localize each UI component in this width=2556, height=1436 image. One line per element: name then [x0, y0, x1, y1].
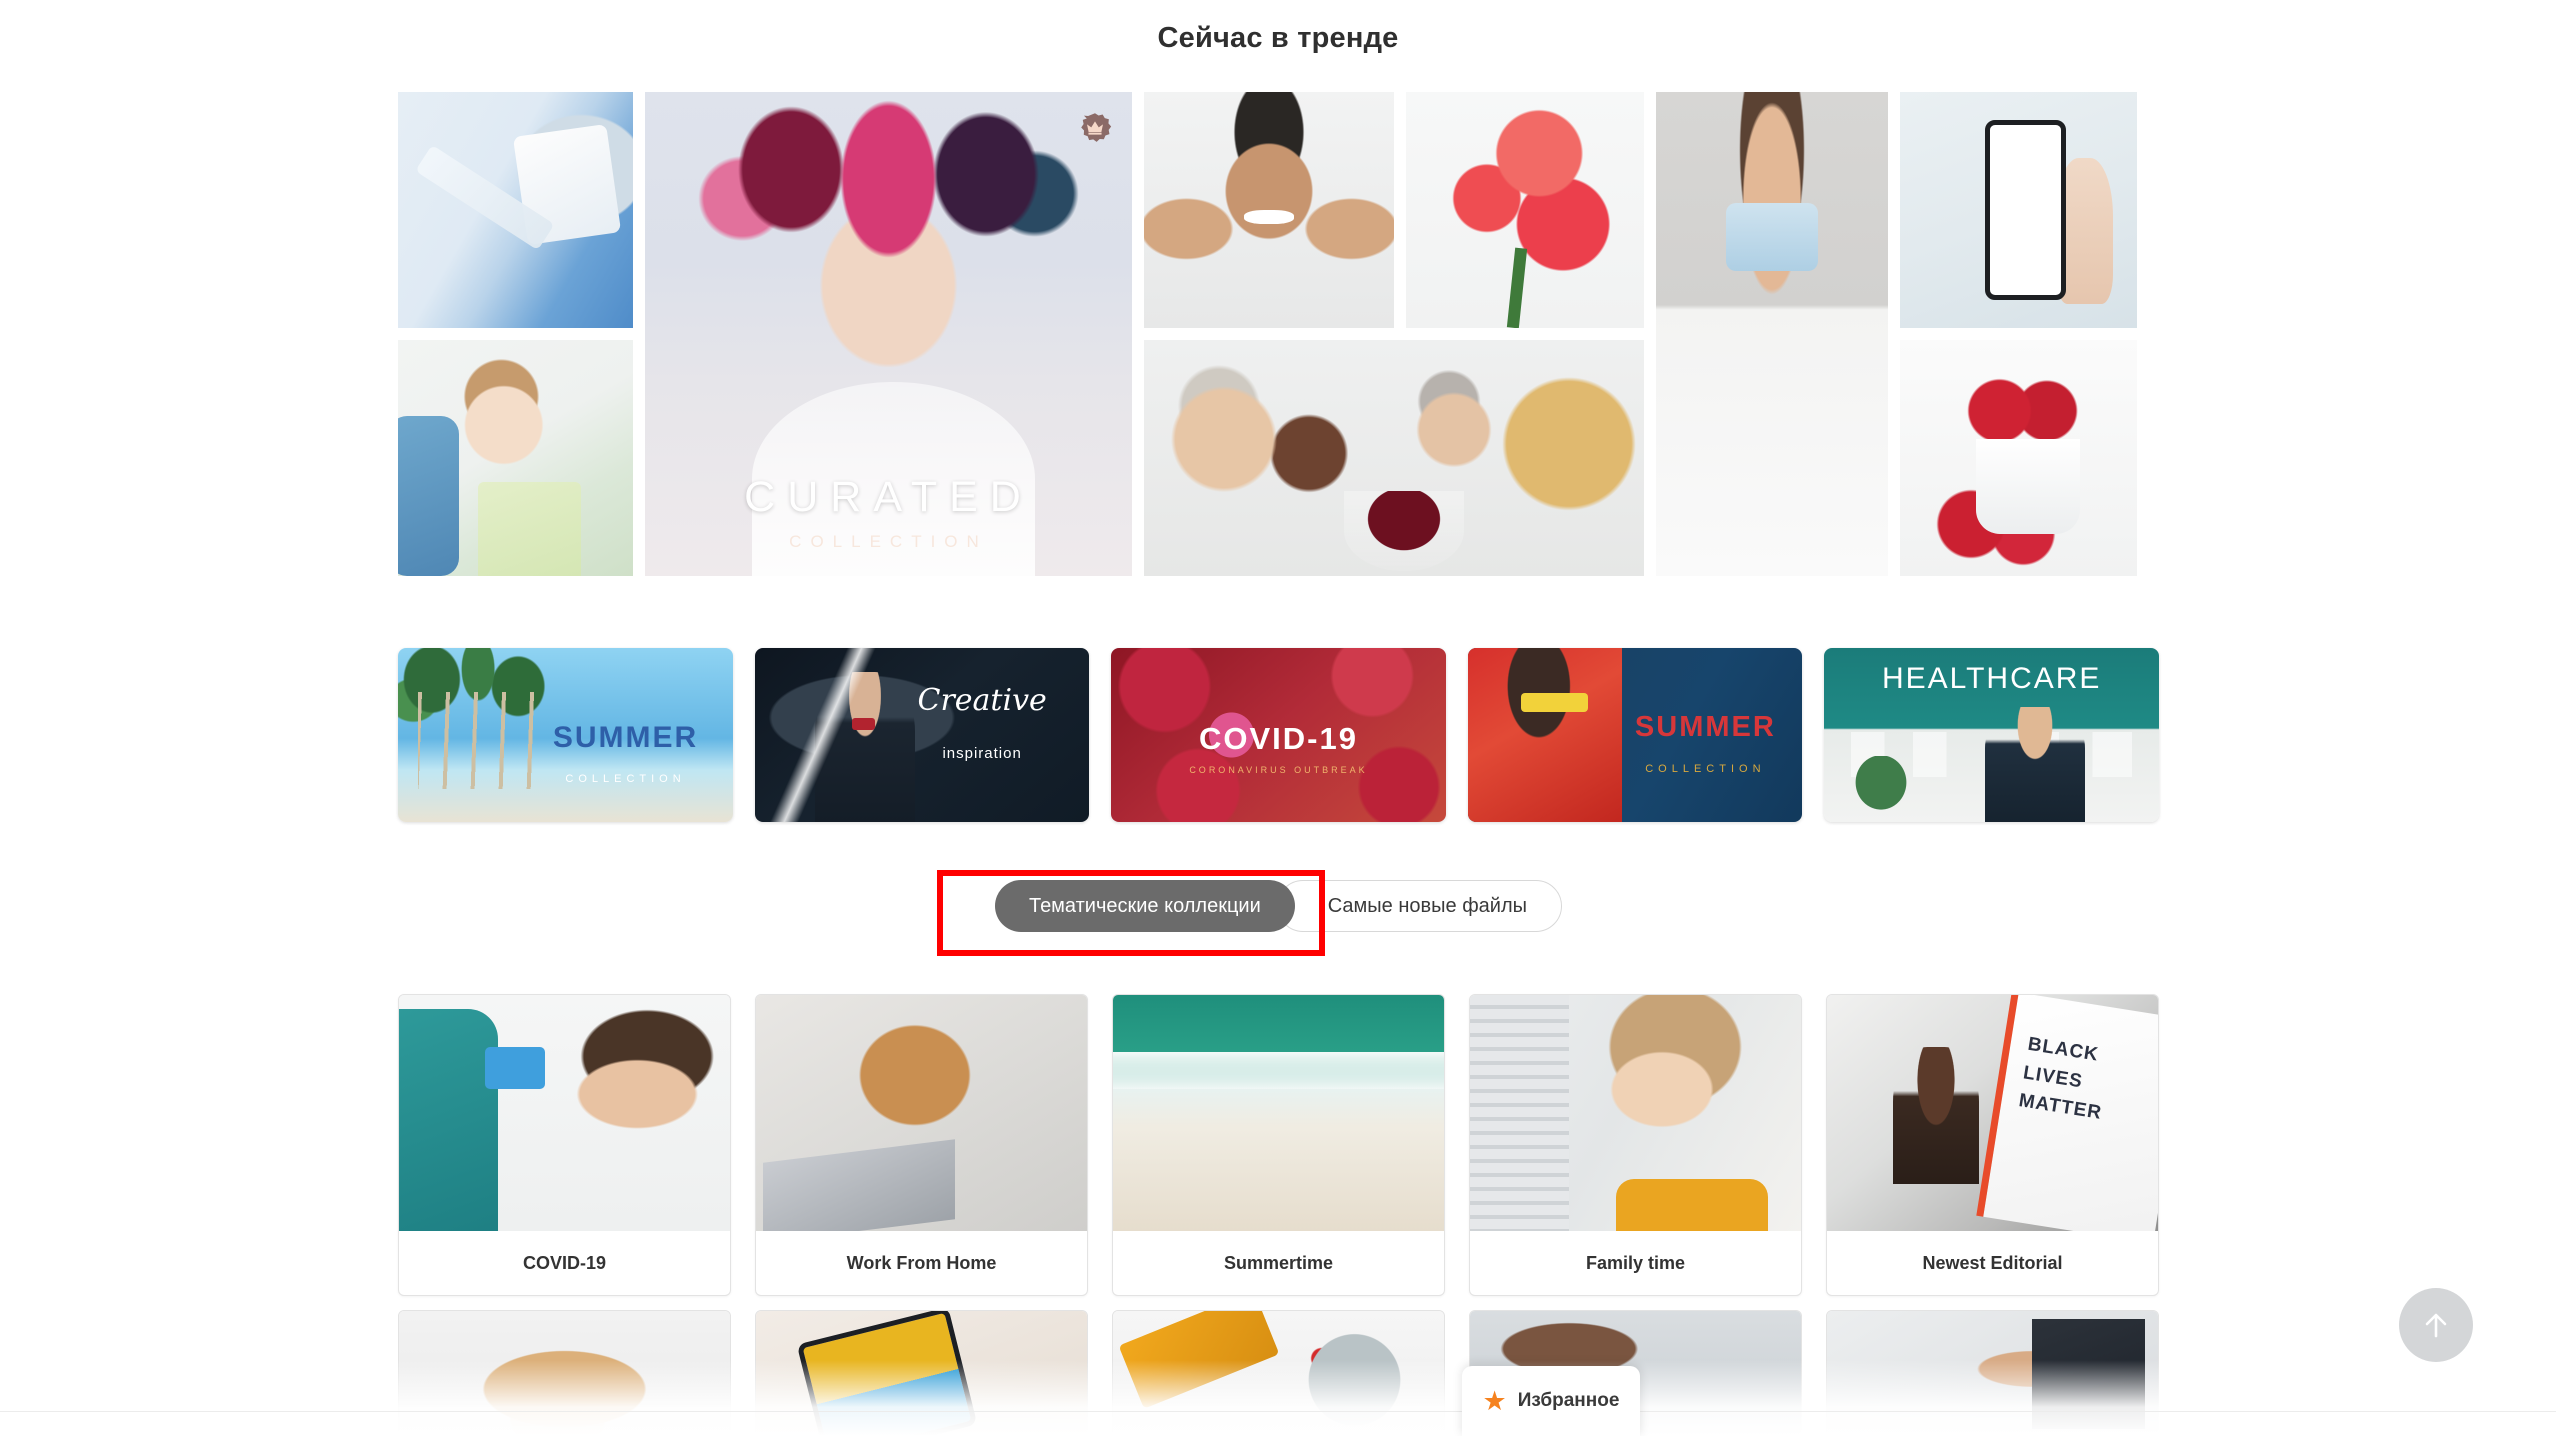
banner-title: COVID-19 [1199, 721, 1358, 757]
model-figure [1467, 648, 1622, 822]
tab-newest-files[interactable]: Самые новые файлы [1276, 880, 1563, 932]
doctor-figure [1985, 707, 2086, 822]
woman-medical-mask-image [1656, 92, 1888, 576]
trending-mosaic: CURATED COLLECTION [398, 92, 2159, 576]
banner-subtitle: COLLECTION [565, 773, 686, 786]
scroll-to-top-button[interactable] [2399, 1288, 2473, 1362]
woman-toothache-image [398, 340, 633, 576]
trending-tile-woman-toothache[interactable] [398, 340, 633, 576]
collection-card-family-time[interactable]: Family time [1469, 994, 1802, 1296]
trending-tile-strawberries-cup[interactable] [1900, 340, 2137, 576]
curated-overlay-text: CURATED COLLECTION [645, 473, 1132, 552]
banner-subtitle: inspiration [942, 745, 1022, 763]
collection-thumbnail [756, 1311, 1087, 1435]
collection-label: Family time [1585, 1252, 1686, 1273]
trending-tile-woman-medical-mask[interactable] [1656, 92, 1888, 576]
collection-thumbnail [399, 995, 730, 1231]
page-title: Сейчас в тренде [1157, 22, 1399, 54]
trending-tile-man-skincare[interactable] [1144, 92, 1394, 328]
trending-tile-friends-toasting[interactable] [1144, 340, 1644, 576]
banner-summer-collection-model[interactable]: SUMMER COLLECTION [1467, 648, 1803, 822]
sunglasses-graphic [1521, 693, 1589, 713]
banner-creative-inspiration[interactable]: Creative inspiration [754, 648, 1090, 822]
trending-tile-curated-collection[interactable]: CURATED COLLECTION [645, 92, 1132, 576]
star-icon: ★ [1482, 1385, 1507, 1416]
collection-card-summertime[interactable]: Summertime [1112, 994, 1445, 1296]
collection-card-row2-3[interactable] [1112, 1310, 1445, 1436]
collection-card-row2-2[interactable] [755, 1310, 1088, 1436]
protest-sign: BLACK LIVES MATTER [1975, 995, 2158, 1231]
banner-healthcare[interactable]: HEALTHCARE [1824, 648, 2159, 822]
collection-thumbnail [1827, 1311, 2158, 1435]
favorites-button[interactable]: ★ Избранное [1462, 1366, 1640, 1436]
banner-title: SUMMER [552, 721, 699, 755]
collections-grid: COVID-19 Work From Home Summertime Famil… [398, 994, 2159, 1296]
trending-tile-covid-vaccine-vial[interactable] [398, 92, 633, 328]
collection-card-row2-5[interactable] [1826, 1310, 2159, 1436]
collection-label: Work From Home [846, 1252, 997, 1273]
collection-thumbnail [1470, 995, 1801, 1231]
banner-title: Creative [917, 682, 1047, 718]
friends-toasting-image [1144, 340, 1644, 576]
page-root: Сейчас в тренде CURATED COLLECTION SUMME… [0, 0, 2556, 1436]
collection-tabs: Тематические коллекции Самые новые файлы [398, 880, 2159, 932]
curated-title: CURATED [744, 473, 1033, 521]
strawberries-cup-image [1900, 340, 2137, 576]
banner-title: HEALTHCARE [1881, 661, 2102, 695]
collection-thumbnail [756, 995, 1087, 1231]
bottom-divider [0, 1411, 2556, 1412]
arrow-up-icon [2425, 1313, 2447, 1338]
crown-badge-icon [1078, 112, 1112, 146]
curated-subtitle: COLLECTION [789, 532, 988, 551]
collection-card-row2-1[interactable] [398, 1310, 731, 1436]
collection-thumbnail [1113, 995, 1444, 1231]
tab-thematic-collections[interactable]: Тематические коллекции [994, 880, 1295, 932]
collection-card-work-from-home[interactable]: Work From Home [755, 994, 1088, 1296]
palm-trunks-graphic [418, 691, 552, 789]
banner-subtitle: COLLECTION [1645, 762, 1766, 775]
collection-thumbnail: BLACK LIVES MATTER [1827, 995, 2158, 1231]
protester-figure [1893, 1046, 1980, 1184]
plant-graphic [1844, 755, 1919, 822]
banner-covid-19[interactable]: COVID-19 CORONAVIRUS OUTBREAK [1111, 648, 1446, 822]
collection-label: Newest Editorial [1922, 1252, 2063, 1273]
collection-thumbnail [399, 1311, 730, 1435]
favorites-button-label: Избранное [1517, 1390, 1620, 1411]
trending-tile-red-peonies[interactable] [1406, 92, 1644, 328]
collections-grid-row2 [398, 1310, 2159, 1436]
banner-summer-collection-beach[interactable]: SUMMER COLLECTION [398, 648, 733, 822]
banner-title: SUMMER [1634, 710, 1776, 743]
trending-tile-hand-holding-phone[interactable] [1900, 92, 2137, 328]
red-peonies-image [1406, 92, 1644, 328]
collection-card-covid-19[interactable]: COVID-19 [398, 994, 731, 1296]
banner-subtitle: CORONAVIRUS OUTBREAK [1189, 764, 1368, 775]
collection-thumbnail [1113, 1311, 1444, 1435]
collection-label: COVID-19 [522, 1252, 607, 1273]
hand-holding-phone-image [1900, 92, 2137, 328]
covid-vaccine-vial-image [398, 92, 633, 328]
collection-card-newest-editorial[interactable]: BLACK LIVES MATTER Newest Editorial [1826, 994, 2159, 1296]
banner-row: SUMMER COLLECTION Creative inspiration C… [398, 648, 2159, 822]
man-skincare-image [1144, 92, 1394, 328]
collection-label: Summertime [1223, 1252, 1334, 1273]
